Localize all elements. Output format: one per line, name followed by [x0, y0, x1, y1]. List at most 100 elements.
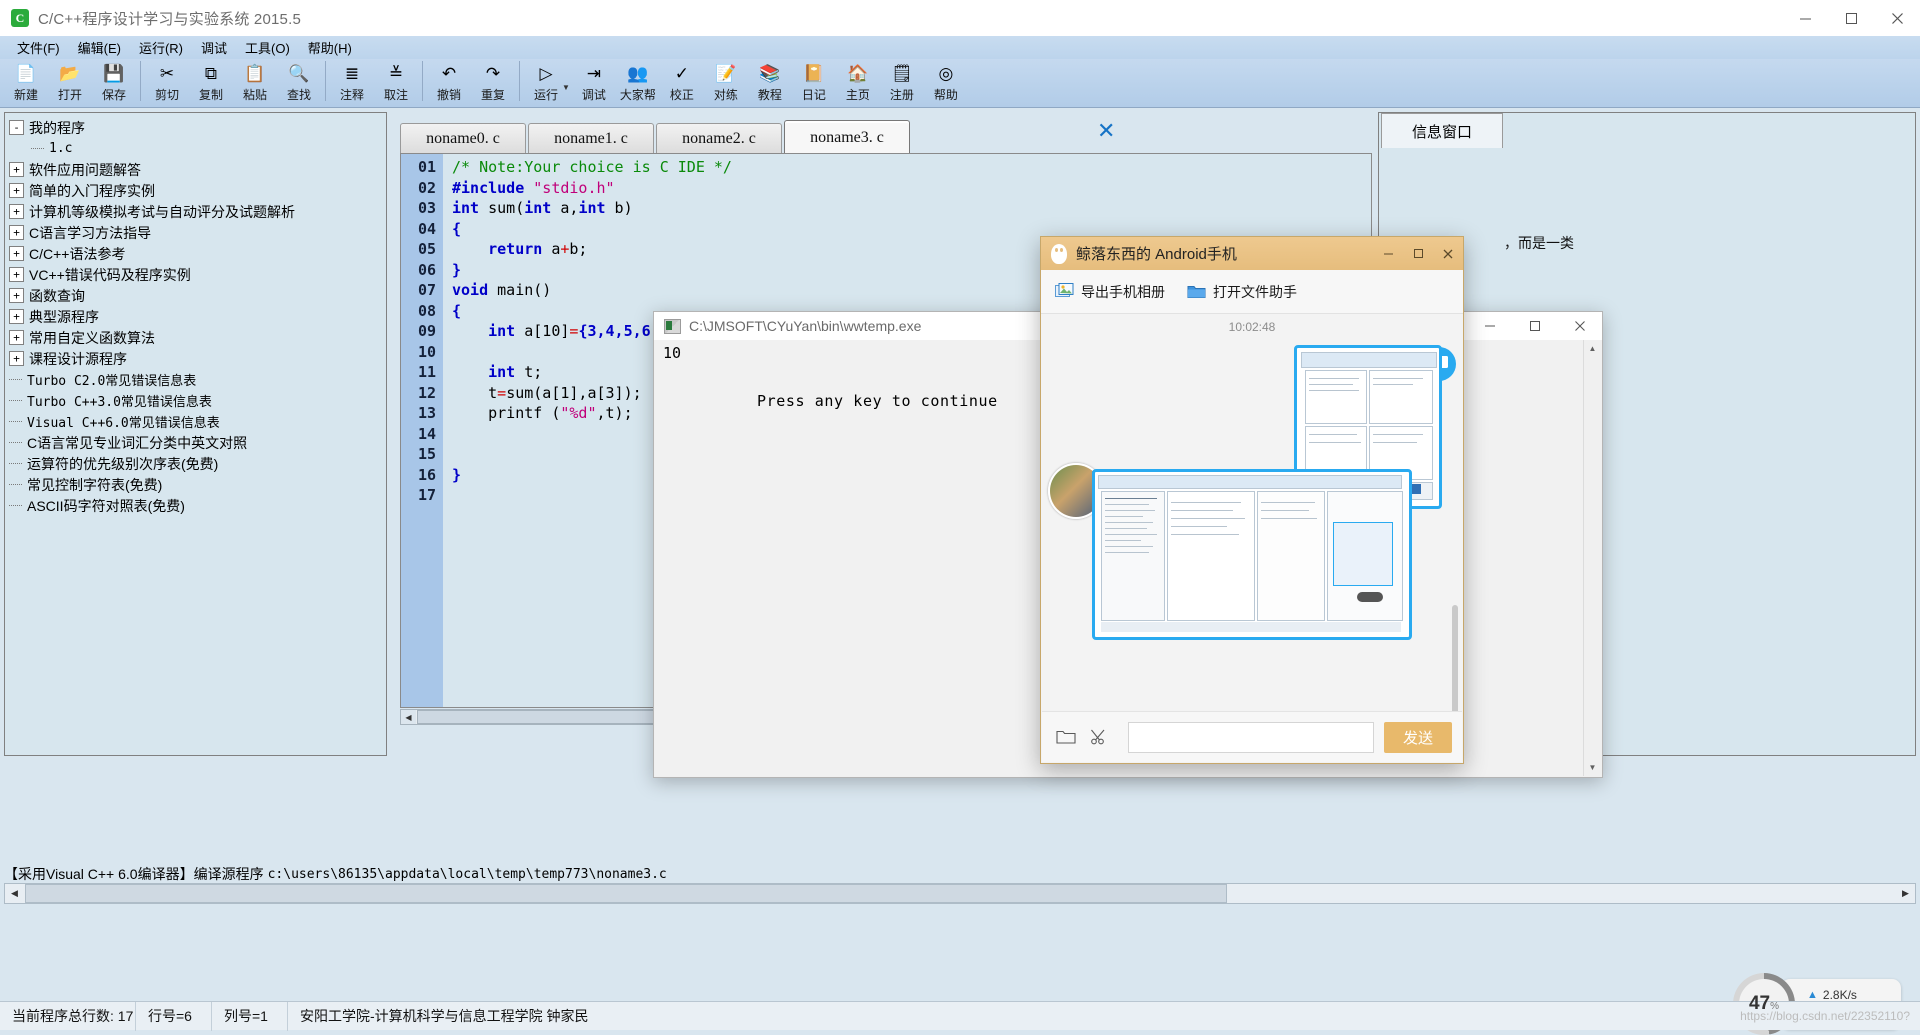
chat-image-bubble[interactable] — [1092, 469, 1412, 640]
toolbar-register-button[interactable]: 🗒 注册 — [880, 59, 924, 106]
tree-item[interactable]: + VC++错误代码及程序实例 — [9, 264, 386, 285]
toolbar-scissors-button[interactable]: ✂ 剪切 — [145, 59, 189, 106]
tree-expand-icon[interactable]: + — [9, 267, 24, 282]
scissors-icon[interactable] — [1085, 725, 1112, 749]
scroll-down-icon[interactable]: ▼ — [1584, 759, 1601, 776]
close-tab-icon[interactable]: ✕ — [1097, 120, 1115, 142]
workspace-horizontal-scrollbar[interactable]: ◀ ▶ — [4, 883, 1916, 904]
toolbar-step-into-button[interactable]: ⇥ 调试 — [572, 59, 616, 106]
console-scrollbar[interactable]: ▲ ▼ — [1583, 340, 1601, 776]
qq-close-icon[interactable] — [1433, 237, 1463, 270]
tree-expand-icon[interactable]: + — [9, 204, 24, 219]
code-token: a — [542, 240, 561, 258]
tree-expand-icon[interactable]: + — [9, 351, 24, 366]
menu-file[interactable]: 文件(F) — [8, 36, 69, 59]
scroll-up-icon[interactable]: ▲ — [1584, 340, 1601, 357]
scroll-right-icon[interactable]: ▶ — [1896, 884, 1915, 903]
toolbar-new-file-button[interactable]: 📄 新建 — [4, 59, 48, 106]
toolbar-paste-button[interactable]: 📋 粘贴 — [233, 59, 277, 106]
tree-item[interactable]: 1.c — [9, 138, 386, 159]
status-bar: 当前程序总行数: 17 行号=6 列号=1 安阳工学院-计算机科学与信息工程学院… — [0, 1001, 1920, 1031]
open-folder-icon: 📂 — [59, 63, 81, 83]
tree-item[interactable]: + 计算机等级模拟考试与自动评分及试题解析 — [9, 201, 386, 222]
tree-item[interactable]: C语言常见专业词汇分类中英文对照 — [9, 432, 386, 453]
menu-tools[interactable]: 工具(O) — [236, 36, 299, 59]
toolbar-uncomment-button[interactable]: ≚ 取注 — [374, 59, 418, 106]
editor-tab[interactable]: noname2. c — [656, 123, 782, 154]
tree-item[interactable]: + C语言学习方法指导 — [9, 222, 386, 243]
menu-run[interactable]: 运行(R) — [130, 36, 192, 59]
toolbar-check-mark-button[interactable]: ✓ 校正 — [660, 59, 704, 106]
workspace-scroll-thumb[interactable] — [25, 884, 1227, 903]
diary-icon: 📔 — [803, 63, 825, 83]
toolbar-undo-arrow-button[interactable]: ↶ 撤销 — [427, 59, 471, 106]
tree-item[interactable]: + 软件应用问题解答 — [9, 159, 386, 180]
tree-expand-icon[interactable]: + — [9, 183, 24, 198]
toolbar-save-disk-button[interactable]: 💾 保存 — [92, 59, 136, 106]
tree-item[interactable]: 运算符的优先级别次序表(免费) — [9, 453, 386, 474]
tree-item[interactable]: + 常用自定义函数算法 — [9, 327, 386, 348]
scroll-left-icon[interactable]: ◀ — [401, 710, 416, 724]
toolbar-home-button[interactable]: 🏠 主页 — [836, 59, 880, 106]
menu-edit[interactable]: 编辑(E) — [69, 36, 130, 59]
qq-chat-scrollbar[interactable] — [1452, 605, 1458, 711]
tree-expand-icon[interactable]: + — [9, 288, 24, 303]
code-token: /* Note:Your choice is C IDE */ — [452, 158, 732, 176]
tree-expand-icon[interactable]: + — [9, 309, 24, 324]
tree-expand-icon[interactable]: + — [9, 225, 24, 240]
toolbar-open-folder-button[interactable]: 📂 打开 — [48, 59, 92, 106]
tree-item[interactable]: - 我的程序 — [9, 117, 386, 138]
tree-item[interactable]: + 课程设计源程序 — [9, 348, 386, 369]
menu-help[interactable]: 帮助(H) — [299, 36, 361, 59]
export-phone-album-button[interactable]: 导出手机相册 — [1055, 282, 1165, 302]
toolbar-books-button[interactable]: 📚 教程 — [748, 59, 792, 106]
toolbar-people-button[interactable]: 👥 大家帮 — [616, 59, 660, 106]
code-line-text: { — [443, 219, 461, 240]
maximize-icon[interactable] — [1828, 0, 1874, 36]
console-minimize-icon[interactable] — [1467, 312, 1512, 340]
tree-item-label: 我的程序 — [29, 119, 85, 136]
percent-symbol: % — [1770, 1001, 1780, 1012]
tab-info-window[interactable]: 信息窗口 — [1381, 113, 1503, 148]
toolbar-button-label: 调试 — [581, 88, 606, 102]
toolbar-pencil-note-button[interactable]: 📝 对练 — [704, 59, 748, 106]
tree-expand-icon[interactable]: + — [9, 330, 24, 345]
qq-minimize-icon[interactable] — [1373, 237, 1403, 270]
tree-expand-icon[interactable]: + — [9, 246, 24, 261]
toolbar-comment-lines-button[interactable]: ≣ 注释 — [330, 59, 374, 106]
console-maximize-icon[interactable] — [1512, 312, 1557, 340]
toolbar-diary-button[interactable]: 📔 日记 — [792, 59, 836, 106]
qq-send-button[interactable]: 发送 — [1384, 721, 1452, 753]
tree-expand-icon[interactable]: + — [9, 162, 24, 177]
tree-item[interactable]: 常见控制字符表(免费) — [9, 474, 386, 495]
tree-item[interactable]: + C/C++语法参考 — [9, 243, 386, 264]
tree-item[interactable]: + 简单的入门程序实例 — [9, 180, 386, 201]
photo-album-icon — [1055, 283, 1074, 300]
run-dropdown-caret-icon[interactable]: ▼ — [562, 83, 570, 92]
editor-tab[interactable]: noname3. c — [784, 120, 910, 154]
editor-tab[interactable]: noname1. c — [528, 123, 654, 154]
editor-tab[interactable]: noname0. c — [400, 123, 526, 154]
tree-item[interactable]: + 典型源程序 — [9, 306, 386, 327]
toolbar-redo-arrow-button[interactable]: ↷ 重复 — [471, 59, 515, 106]
qq-message-input[interactable] — [1128, 721, 1374, 753]
qq-maximize-icon[interactable] — [1403, 237, 1433, 270]
scroll-left-icon[interactable]: ◀ — [5, 884, 24, 903]
open-file-assistant-button[interactable]: 打开文件助手 — [1187, 282, 1297, 302]
toolbar-help-circle-button[interactable]: ◎ 帮助 — [924, 59, 968, 106]
console-close-icon[interactable] — [1557, 312, 1602, 340]
menu-debug[interactable]: 调试 — [192, 36, 236, 59]
toolbar-binoculars-button[interactable]: 🔍 查找 — [277, 59, 321, 106]
tree-item[interactable]: ASCII码字符对照表(免费) — [9, 495, 386, 516]
close-icon[interactable] — [1874, 0, 1920, 36]
tree-item[interactable]: Turbo C++3.0常见错误信息表 — [9, 390, 386, 411]
tree-collapse-icon[interactable]: - — [9, 120, 24, 135]
toolbar-copy-button[interactable]: ⧉ 复制 — [189, 59, 233, 106]
minimize-icon[interactable] — [1782, 0, 1828, 36]
tree-item[interactable]: Visual C++6.0常见错误信息表 — [9, 411, 386, 432]
code-line-number: 05 — [417, 240, 436, 258]
tree-item[interactable]: + 函数查询 — [9, 285, 386, 306]
folder-icon[interactable] — [1052, 725, 1079, 749]
tree-item[interactable]: Turbo C2.0常见错误信息表 — [9, 369, 386, 390]
toolbar-button-label: 剪切 — [154, 88, 179, 102]
